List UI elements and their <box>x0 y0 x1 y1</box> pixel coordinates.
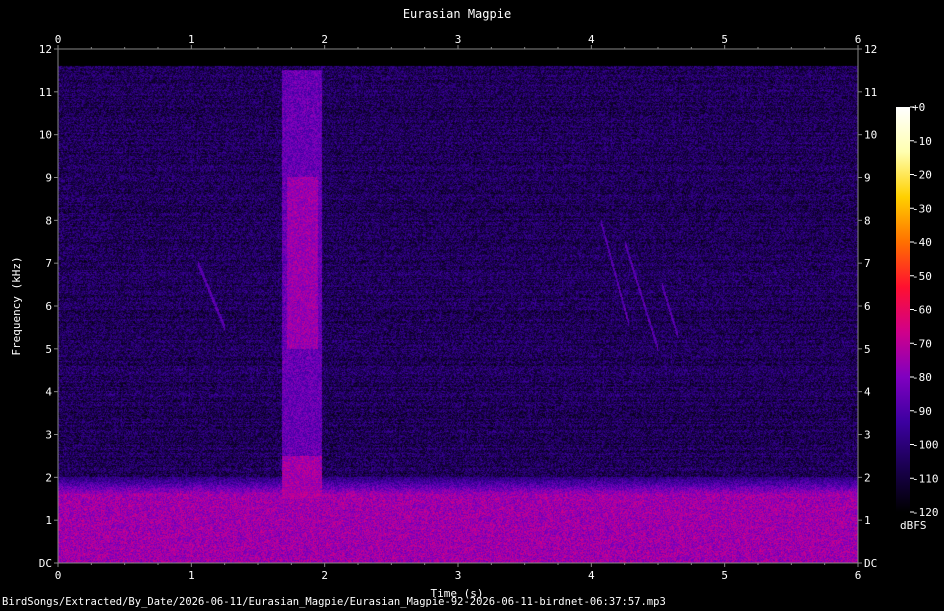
x-tick-label-top: 5 <box>721 33 728 46</box>
y-tick-label-left: 11 <box>39 86 52 99</box>
colorbar-tick-label: -40 <box>912 236 932 249</box>
y-tick-label-left: 6 <box>45 300 52 313</box>
x-tick-label-bottom: 3 <box>455 569 462 582</box>
colorbar-tick-label: -90 <box>912 405 932 418</box>
spectrogram-figure: Eurasian Magpie 00112233445566DC DC1 12 23 3… <box>0 0 944 611</box>
colorbar-tick-label: -30 <box>912 202 932 215</box>
x-tick-label-bottom: 1 <box>188 569 195 582</box>
colorbar-tick-label: -50 <box>912 270 932 283</box>
colorbar-tick-label: -70 <box>912 337 932 350</box>
x-tick-label-top: 4 <box>588 33 595 46</box>
colorbar-label: dBFS <box>900 519 927 532</box>
colorbar-gradient <box>896 107 910 512</box>
y-tick-label-left: 4 <box>45 386 52 399</box>
y-tick-label-left: 2 <box>45 471 52 484</box>
colorbar-tick-label: -110 <box>912 472 939 485</box>
y-tick-label-right: 3 <box>864 429 871 442</box>
x-tick-label-top: 1 <box>188 33 195 46</box>
y-tick-label-left: DC <box>39 557 52 570</box>
colorbar-tick-label: +0 <box>912 101 925 114</box>
y-tick-label-left: 10 <box>39 129 52 142</box>
y-tick-label-right: 10 <box>864 129 877 142</box>
y-tick-label-right: 12 <box>864 43 877 56</box>
y-tick-label-left: 12 <box>39 43 52 56</box>
spectrogram-plot <box>58 49 858 563</box>
x-tick-label-bottom: 6 <box>855 569 862 582</box>
y-tick-label-left: 8 <box>45 214 52 227</box>
colorbar-tick-label: -120 <box>912 506 939 519</box>
y-tick-label-left: 1 <box>45 514 52 527</box>
y-tick-label-right: 2 <box>864 471 871 484</box>
x-tick-label-bottom: 4 <box>588 569 595 582</box>
y-tick-label-right: 11 <box>864 86 877 99</box>
y-tick-label-left: 3 <box>45 429 52 442</box>
y-tick-label-right: 4 <box>864 386 871 399</box>
colorbar-tick-label: -60 <box>912 304 932 317</box>
y-tick-label-right: DC <box>864 557 877 570</box>
file-path-caption: BirdSongs/Extracted/By_Date/2026-06-11/E… <box>2 596 666 608</box>
colorbar-tick-label: -100 <box>912 439 939 452</box>
x-tick-label-top: 2 <box>321 33 328 46</box>
x-tick-label-bottom: 0 <box>55 569 62 582</box>
y-tick-label-left: 7 <box>45 257 52 270</box>
colorbar-tick-label: -10 <box>912 135 932 148</box>
x-tick-label-bottom: 5 <box>721 569 728 582</box>
chart-title: Eurasian Magpie <box>403 7 511 21</box>
spectrogram-image <box>58 49 858 563</box>
colorbar-tick-label: -20 <box>912 169 932 182</box>
y-axis-label: Frequency (kHz) <box>10 256 23 355</box>
x-tick-label-bottom: 2 <box>321 569 328 582</box>
x-tick-label-top: 0 <box>55 33 62 46</box>
y-tick-label-right: 6 <box>864 300 871 313</box>
x-tick-label-top: 6 <box>855 33 862 46</box>
y-tick-label-right: 8 <box>864 214 871 227</box>
x-tick-label-top: 3 <box>455 33 462 46</box>
y-tick-label-right: 5 <box>864 343 871 356</box>
y-tick-label-left: 5 <box>45 343 52 356</box>
y-tick-label-right: 1 <box>864 514 871 527</box>
y-tick-label-left: 9 <box>45 172 52 185</box>
colorbar-tick-label: -80 <box>912 371 932 384</box>
y-tick-label-right: 9 <box>864 172 871 185</box>
y-tick-label-right: 7 <box>864 257 871 270</box>
